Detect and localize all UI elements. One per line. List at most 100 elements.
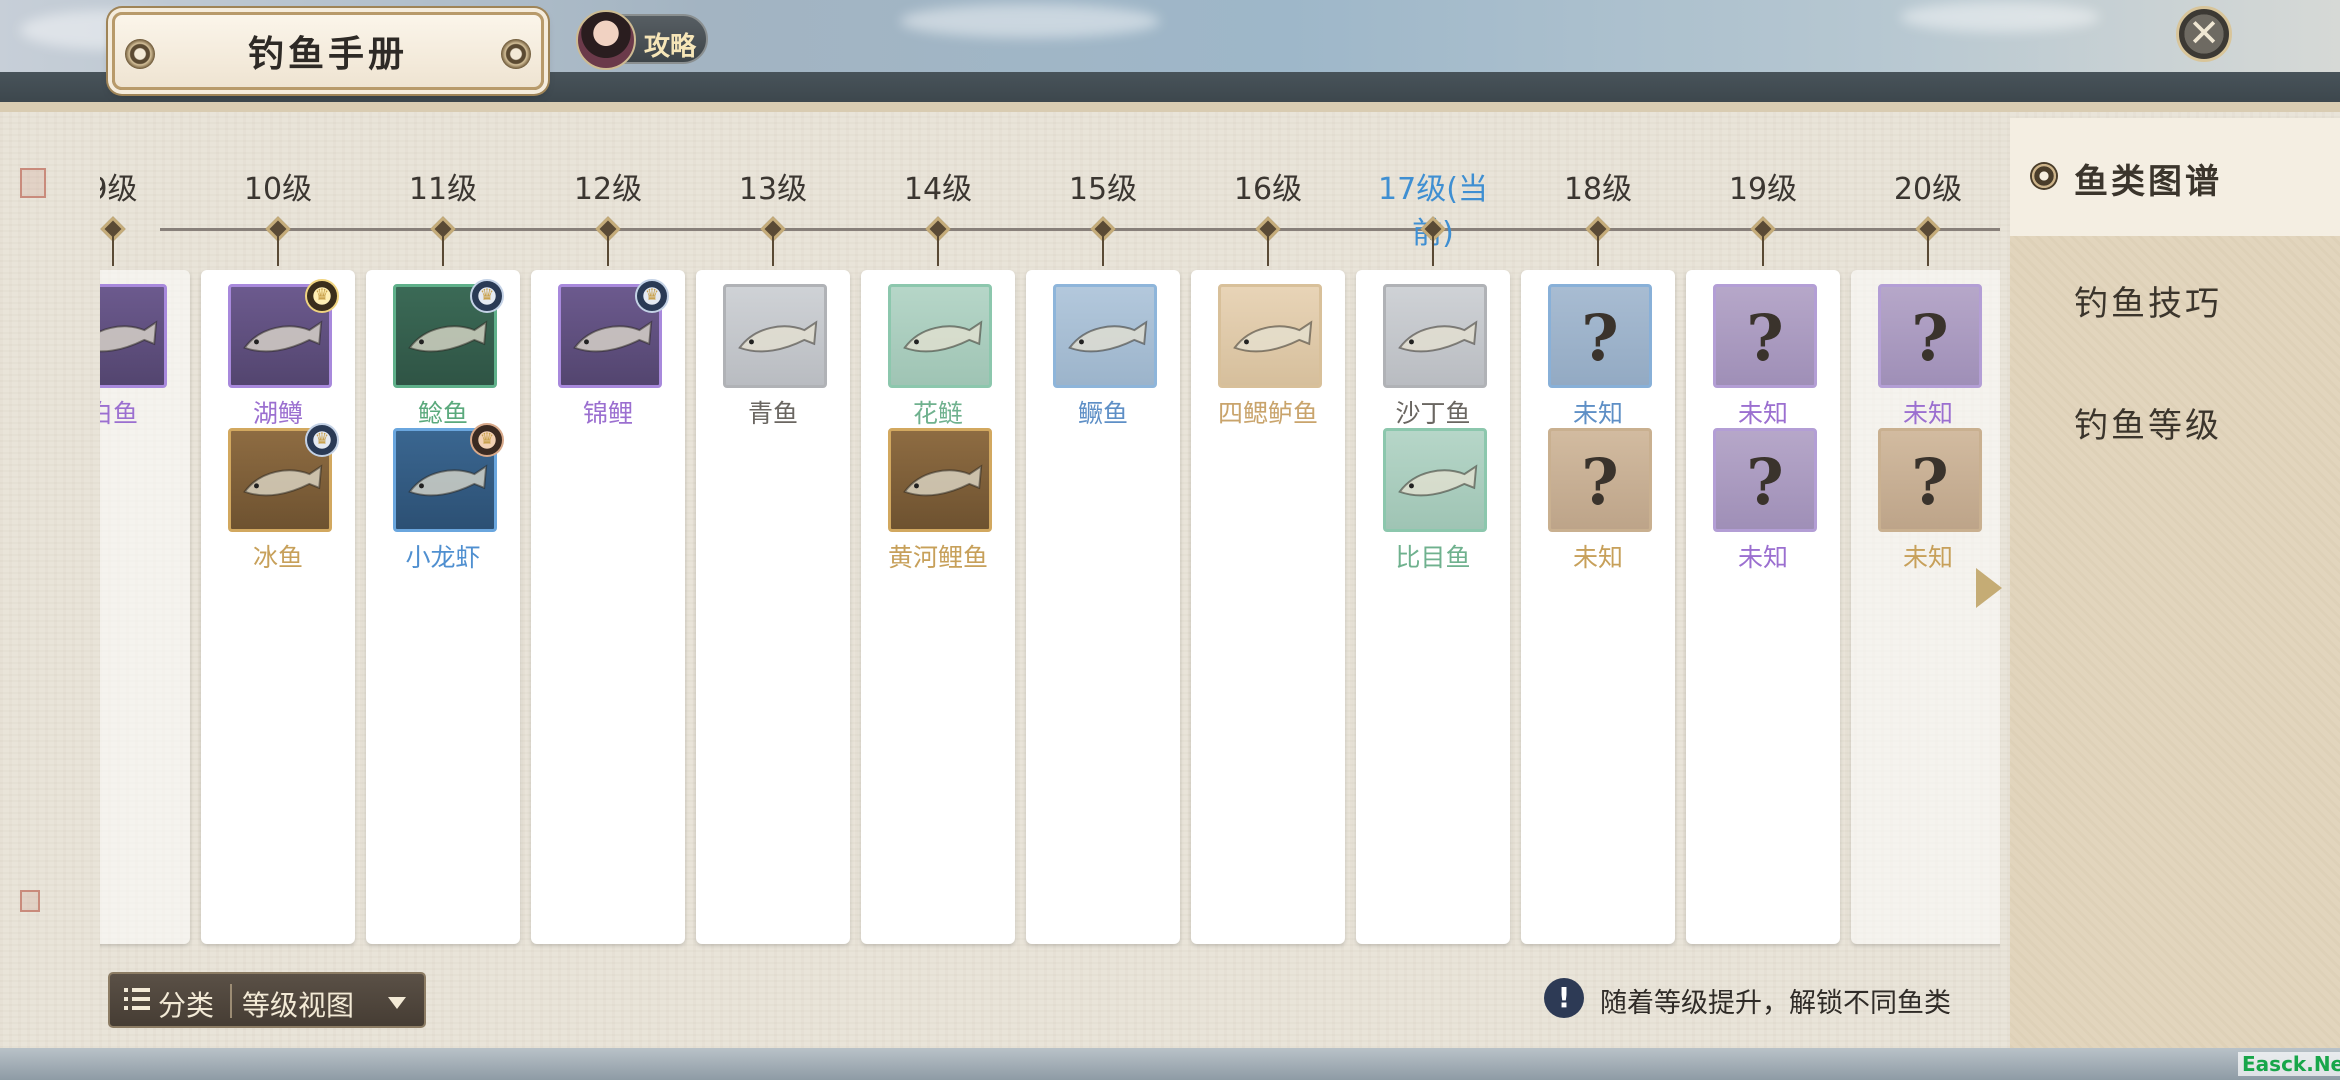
unknown-fish-slot[interactable]: ? (1548, 284, 1652, 388)
bottom-band (0, 1048, 2340, 1080)
hanging-string (772, 236, 774, 266)
level-label: 14级 (903, 172, 973, 207)
level-card: ♛ 锦鲤 (531, 270, 685, 944)
level-card: 青鱼 (696, 270, 850, 944)
list-icon (124, 988, 150, 1012)
fish-icon[interactable]: ♛ (393, 423, 504, 532)
level-label: 13级 (738, 172, 808, 207)
fish-icon[interactable] (1218, 284, 1322, 388)
guide-avatar (576, 10, 636, 70)
fish-name: 青鱼 (747, 399, 798, 428)
level-label: 18级 (1563, 172, 1633, 207)
sidebar-item-label: 钓鱼技巧 (2074, 284, 2222, 324)
level-label: 19级 (1728, 172, 1798, 207)
level-card: 沙丁鱼 比目鱼 (1356, 270, 1510, 944)
level-label: 20级 (1893, 172, 1963, 207)
hanging-string (1267, 236, 1269, 266)
fish-name: 未知 (1902, 399, 1953, 428)
fish-silhouette (903, 320, 983, 353)
watermark: Easck.Net (2238, 1052, 2340, 1076)
fish-icon[interactable] (1383, 428, 1487, 532)
level-label: 15级 (1068, 172, 1138, 207)
fish-icon[interactable] (888, 284, 992, 388)
fish-icon[interactable] (1383, 284, 1487, 388)
fish-name: 花鲢 (912, 399, 963, 428)
level-label: 11级 (408, 172, 478, 207)
sidebar-item-fishing-tips[interactable]: 钓鱼技巧 (2010, 240, 2340, 358)
hanging-string (1927, 236, 1929, 266)
trophy-icon: ♛ (305, 423, 339, 457)
fish-icon[interactable] (723, 284, 827, 388)
view-mode-label[interactable]: 等级视图 (242, 984, 354, 1024)
next-page-arrow-icon[interactable] (1976, 568, 2002, 608)
hanging-string (277, 236, 279, 266)
level-card: 四鳃鲈鱼 (1191, 270, 1345, 944)
fish-name: 小龙虾 (405, 543, 481, 572)
level-label: 17级(当前) (1378, 172, 1488, 251)
hanging-string (607, 236, 609, 266)
unknown-fish-slot[interactable]: ? (1878, 284, 1982, 388)
fish-icon[interactable] (100, 284, 167, 388)
fish-icon[interactable] (888, 428, 992, 532)
fish-silhouette (738, 320, 818, 353)
sidebar-item-fish-atlas[interactable]: 鱼类图谱 (2010, 118, 2340, 236)
unknown-fish-slot[interactable]: ? (1713, 284, 1817, 388)
guide-button[interactable]: 攻略 (576, 10, 708, 70)
trophy-icon: ♛ (305, 279, 339, 313)
sidebar-item-fishing-level[interactable]: 钓鱼等级 (2010, 362, 2340, 480)
view-filter-dropdown[interactable]: 分类 等级视图 (108, 972, 426, 1028)
hanging-string (1597, 236, 1599, 266)
hanging-string (442, 236, 444, 266)
ornament-knob-left (125, 39, 155, 69)
chevron-down-icon[interactable] (388, 997, 406, 1009)
tip-text: 随着等级提升，解锁不同鱼类 (1600, 988, 1951, 1019)
close-button[interactable]: ✕ (2176, 6, 2232, 62)
fish-name: 比目鱼 (1395, 543, 1471, 572)
level-card: 白鱼 (100, 270, 190, 944)
fish-silhouette (1398, 320, 1478, 353)
hanging-string (1102, 236, 1104, 266)
fish-name: 沙丁鱼 (1395, 399, 1471, 428)
fish-name: 黄河鲤鱼 (887, 543, 988, 572)
level-card: 花鲢 黄河鲤鱼 (861, 270, 1015, 944)
fish-silhouette (1068, 320, 1148, 353)
hanging-string (937, 236, 939, 266)
unknown-fish-slot[interactable]: ? (1548, 428, 1652, 532)
fish-silhouette (1233, 320, 1313, 353)
hanging-string (1762, 236, 1764, 266)
level-label: 9级 (100, 172, 138, 207)
fish-icon[interactable]: ♛ (228, 423, 339, 532)
level-track[interactable]: 9级白鱼10级♛湖鳟♛冰鱼11级♛鲶鱼♛小龙虾12级♛锦鲤13级青鱼14级花鲢黄… (100, 102, 2000, 1062)
sidebar-item-label: 鱼类图谱 (2074, 162, 2222, 202)
fish-name: 未知 (1737, 399, 1788, 428)
unknown-fish-slot[interactable]: ? (1878, 428, 1982, 532)
question-mark-icon: ? (1911, 445, 1949, 520)
category-label[interactable]: 分类 (158, 984, 214, 1024)
trophy-icon: ♛ (470, 423, 504, 457)
fish-icon[interactable] (1053, 284, 1157, 388)
fish-silhouette (1398, 464, 1478, 497)
level-label: 10级 (243, 172, 313, 207)
fish-name: 冰鱼 (252, 543, 303, 572)
level-card: 鳜鱼 (1026, 270, 1180, 944)
fish-icon[interactable]: ♛ (228, 279, 339, 388)
fish-name: 湖鳟 (252, 399, 303, 428)
fish-icon[interactable]: ♛ (393, 279, 504, 388)
level-card: ? 未知? 未知 (1521, 270, 1675, 944)
level-card: ? 未知? 未知 (1686, 270, 1840, 944)
selected-marker-icon (2030, 162, 2058, 190)
hanging-string (1432, 236, 1434, 266)
unknown-fish-slot[interactable]: ? (1713, 428, 1817, 532)
right-sidebar: 鱼类图谱 钓鱼技巧 钓鱼等级 (2010, 118, 2340, 1048)
level-card: ♛ 湖鳟 ♛ 冰鱼 (201, 270, 355, 944)
question-mark-icon: ? (1911, 301, 1949, 376)
guide-label: 攻略 (644, 32, 697, 62)
fish-name: 未知 (1572, 543, 1623, 572)
fish-name: 白鱼 (100, 399, 138, 428)
fish-icon[interactable]: ♛ (558, 279, 669, 388)
close-icon: ✕ (2188, 11, 2220, 55)
question-mark-icon: ? (1746, 301, 1784, 376)
fish-name: 未知 (1737, 543, 1788, 572)
fish-name: 锦鲤 (582, 399, 633, 428)
fish-name: 鳜鱼 (1077, 399, 1128, 428)
